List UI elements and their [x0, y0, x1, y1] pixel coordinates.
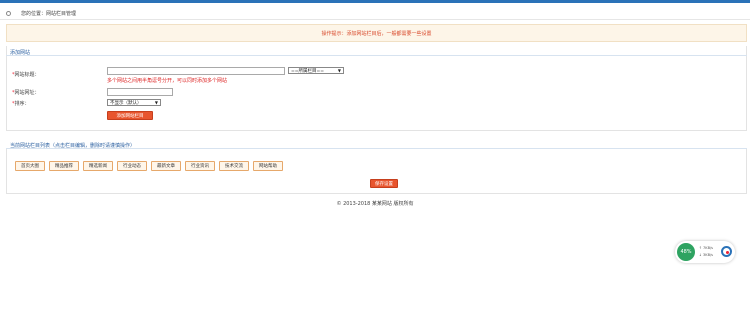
chevron-down-icon: ▼ [154, 100, 158, 105]
gauge-icon [721, 246, 732, 257]
top-bar [0, 0, 750, 3]
section-select-value: ==所属栏目== [291, 68, 325, 74]
save-settings-button[interactable]: 保存设置 [370, 179, 398, 188]
tag-label: 网站帮助 [259, 164, 277, 169]
tag-label: 最新文章 [157, 164, 175, 169]
upload-speed-value: 7KB/s [703, 246, 713, 250]
tag-item[interactable]: 技术交流 [219, 161, 249, 171]
download-speed-value: 3KB/s [703, 253, 713, 257]
breadcrumb-divider [0, 19, 750, 20]
section-select[interactable]: ==所属栏目== ▼ [288, 67, 344, 74]
tag-label: 技术交流 [225, 164, 243, 169]
tag-item[interactable]: 首页大图 [15, 161, 45, 171]
field-hint: 多个网站之间用半角逗号分开，可以同时添加多个网站 [107, 78, 228, 84]
label-site-title-text: 网站标题： [14, 72, 40, 78]
tag-item[interactable]: 行业资讯 [185, 161, 215, 171]
tag-label: 精品推荐 [55, 164, 73, 169]
breadcrumb-current: 网站栏目管理 [46, 10, 77, 17]
tag-item[interactable]: 行业动态 [117, 161, 147, 171]
notice-text: 操作提示：添加网站栏目后，一般都需要一些设置 [321, 30, 432, 37]
breadcrumb: 您的位置：网站栏目管理 [6, 9, 76, 17]
label-order: *排序： [12, 100, 30, 107]
tag-item[interactable]: 精选新闻 [83, 161, 113, 171]
add-site-button-label: 添加网站栏目 [116, 113, 144, 119]
tag-label: 行业动态 [123, 164, 141, 169]
label-site-title: *网站标题： [12, 71, 40, 78]
tag-label: 行业资讯 [191, 164, 209, 169]
form-title-divider [6, 55, 747, 56]
breadcrumb-text: 您的位置：网站栏目管理 [21, 10, 76, 17]
status-select-value: 不显示（默认） [110, 100, 142, 106]
usage-circle: 48% [677, 243, 695, 261]
site-url-input[interactable] [107, 88, 173, 96]
label-order-text: 排序： [14, 101, 30, 107]
site-title-input[interactable] [107, 67, 285, 75]
footer-copyright: © 2013-2018 某某网站 版权所有 [336, 201, 414, 207]
speed-widget[interactable]: 48% ↑ 7KB/s ↓ 3KB/s [675, 241, 735, 263]
tag-label: 精选新闻 [89, 164, 107, 169]
tag-item[interactable]: 精品推荐 [49, 161, 79, 171]
label-site-url-text: 网站网址： [14, 90, 40, 96]
tag-label: 首页大图 [21, 164, 39, 169]
label-site-url: *网站网址： [12, 89, 40, 96]
usage-percent: 48% [680, 249, 692, 255]
save-settings-button-label: 保存设置 [375, 181, 393, 187]
tag-item[interactable]: 最新文章 [151, 161, 181, 171]
upload-speed: ↑ 7KB/s [699, 246, 713, 250]
add-site-button[interactable]: 添加网站栏目 [107, 111, 153, 120]
chevron-down-icon: ▼ [337, 68, 341, 73]
download-speed: ↓ 3KB/s [699, 253, 713, 257]
home-icon[interactable] [6, 10, 11, 16]
breadcrumb-prefix: 您的位置： [21, 10, 47, 17]
notice-bar: 操作提示：添加网站栏目后，一般都需要一些设置 [6, 24, 747, 42]
status-select[interactable]: 不显示（默认） ▼ [107, 99, 161, 106]
tag-item[interactable]: 网站帮助 [253, 161, 283, 171]
